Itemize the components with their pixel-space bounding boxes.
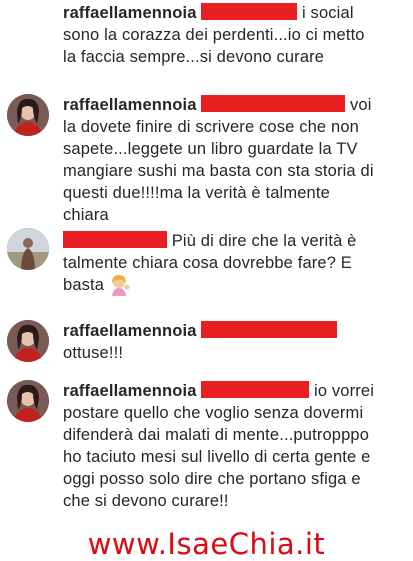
comment-body: ottuse!!! (63, 344, 124, 362)
avatar-photo-icon (7, 94, 49, 136)
comment-body: io vorrei postare quello che voglio senz… (63, 382, 375, 510)
avatar[interactable] (7, 228, 49, 270)
avatar-photo-icon (7, 320, 49, 362)
comment-username[interactable]: raffaellamennoia (63, 96, 197, 114)
avatar[interactable] (7, 320, 49, 362)
redaction-bar (201, 95, 346, 112)
comment-body: voi la dovete finire di scrivere cose ch… (63, 96, 374, 224)
avatar-photo-icon (7, 380, 49, 422)
redaction-bar (201, 321, 338, 338)
avatar[interactable] (7, 94, 49, 136)
comment-username[interactable]: raffaellamennoia (63, 322, 197, 340)
redaction-bar (63, 231, 167, 248)
redaction-bar (201, 3, 298, 20)
watermark: www.IsaeChia.it (87, 527, 326, 561)
redaction-bar (201, 381, 310, 398)
avatar-photo-icon (7, 228, 49, 270)
comment-username[interactable]: raffaellamennoia (63, 382, 197, 400)
comment-username[interactable]: raffaellamennoia (63, 4, 197, 22)
avatar[interactable] (7, 380, 49, 422)
woman-tipping-hand-emoji (109, 274, 131, 302)
